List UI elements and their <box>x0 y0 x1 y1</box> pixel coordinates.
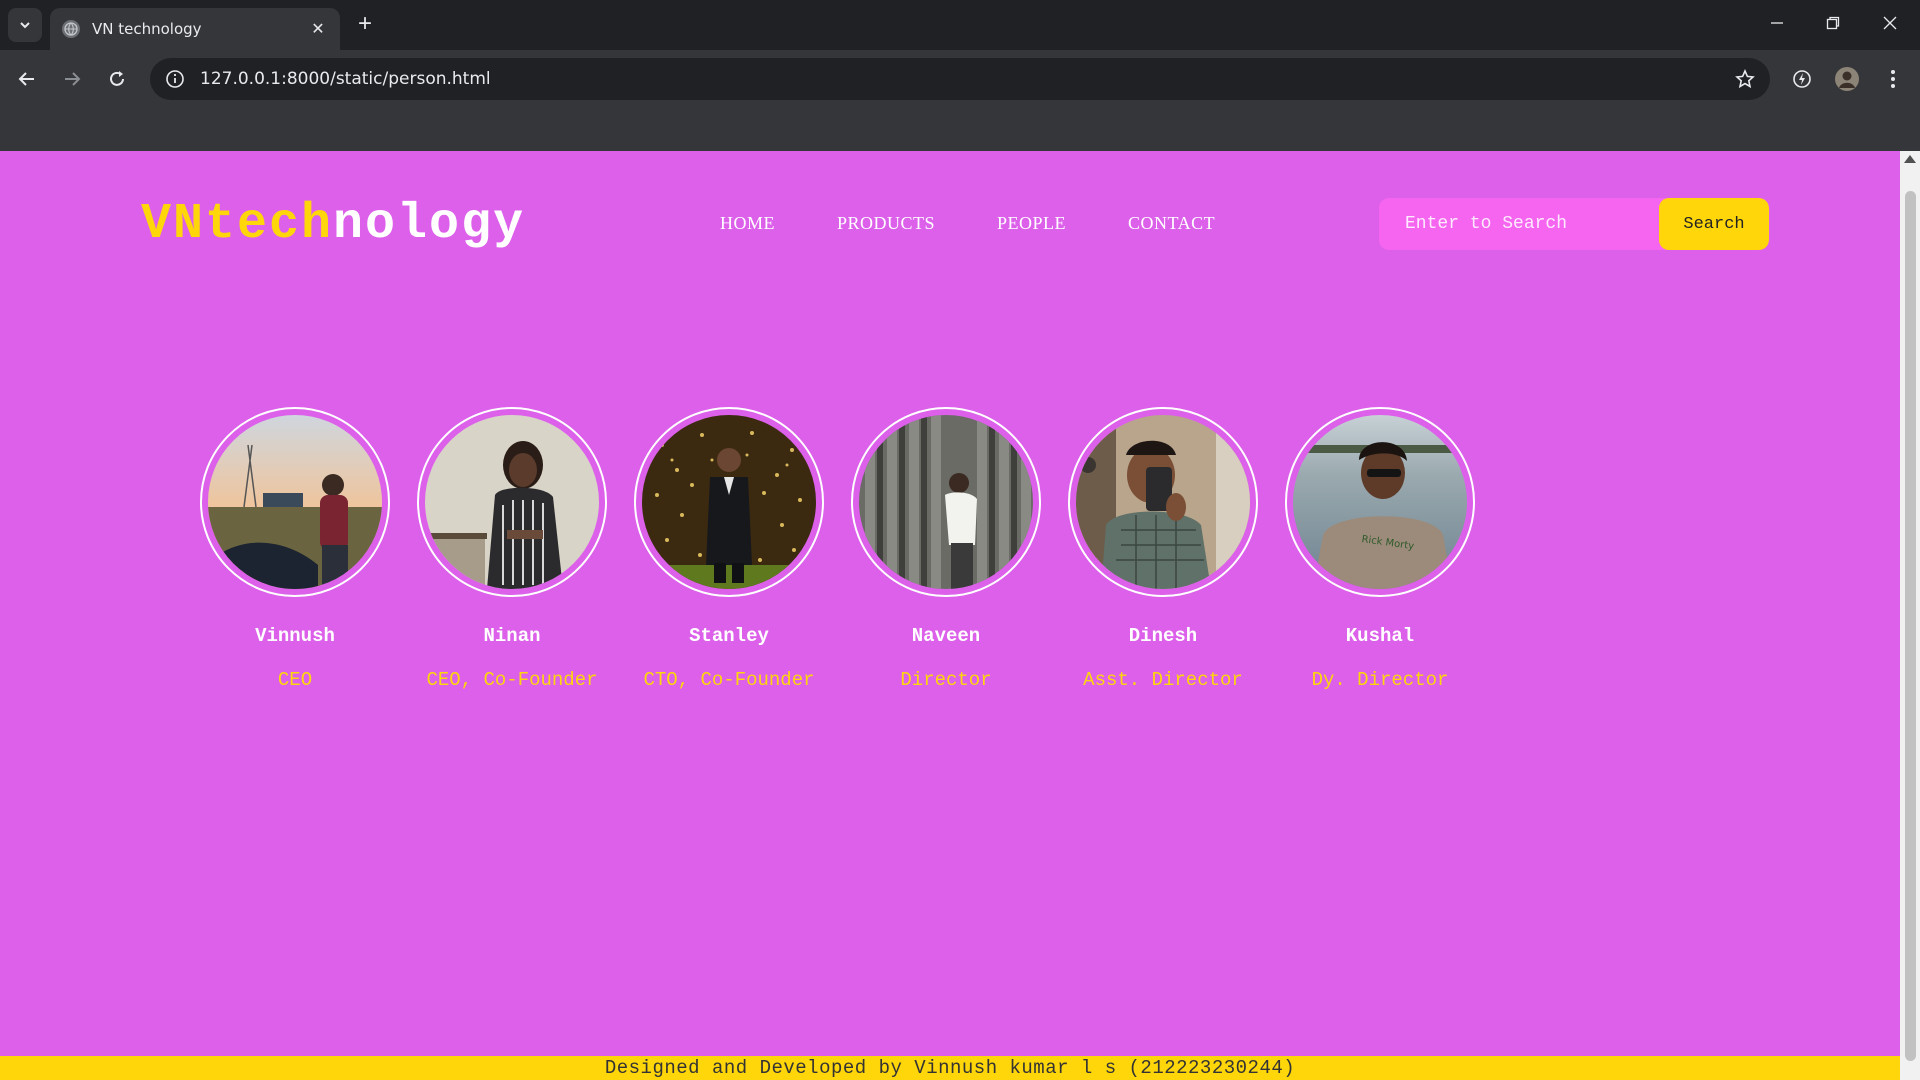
tab-title: VN technology <box>92 20 202 38</box>
tab-search-button[interactable] <box>8 8 42 42</box>
avatar-ring <box>634 407 824 597</box>
person-photo <box>208 415 382 589</box>
bookmarks-bar <box>0 108 1920 151</box>
scroll-up-arrow-icon[interactable] <box>1904 155 1916 163</box>
profile-avatar[interactable] <box>1830 62 1864 96</box>
person-name: Naveen <box>911 625 981 647</box>
person-name: Stanley <box>689 625 769 647</box>
avatar-ring: Rick Morty <box>1285 407 1475 597</box>
nav-home[interactable]: HOME <box>720 213 775 234</box>
person-role: Director <box>900 669 992 691</box>
logo-part-vn: VN <box>141 196 206 253</box>
minimize-icon[interactable] <box>1757 8 1797 38</box>
browser-toolbar: 127.0.0.1:8000/static/person.html <box>0 50 1920 108</box>
restore-icon[interactable] <box>1813 8 1853 38</box>
address-bar[interactable]: 127.0.0.1:8000/static/person.html <box>150 58 1770 100</box>
search-button[interactable]: Search <box>1659 198 1769 250</box>
url-text[interactable]: 127.0.0.1:8000/static/person.html <box>200 69 1730 89</box>
person-photo <box>642 415 816 589</box>
logo-part-tech: tech <box>205 196 334 253</box>
person-role: Asst. Director <box>1083 669 1243 691</box>
forward-icon[interactable] <box>55 62 89 96</box>
plus-icon[interactable]: + <box>352 12 378 38</box>
person-card: Rick Morty Kushal Dy. Director <box>1285 407 1475 691</box>
person-role: Dy. Director <box>1311 669 1449 691</box>
browser-tab[interactable]: VN technology ✕ <box>50 8 340 50</box>
person-photo <box>425 415 599 589</box>
nav-products[interactable]: PRODUCTS <box>837 213 935 234</box>
window-close-icon[interactable] <box>1870 8 1910 38</box>
page-viewport: VNtechnology HOME PRODUCTS PEOPLE CONTAC… <box>0 151 1900 1080</box>
extension-icon[interactable] <box>1785 62 1819 96</box>
menu-icon[interactable] <box>1876 62 1910 96</box>
person-card: Vinnush CEO <box>200 407 390 691</box>
person-role: CEO <box>277 669 313 691</box>
globe-icon <box>62 20 80 38</box>
main-nav: HOME PRODUCTS PEOPLE CONTACT <box>720 213 1215 234</box>
person-photo: Rick Morty <box>1293 415 1467 589</box>
reload-icon[interactable] <box>100 62 134 96</box>
avatar-ring <box>1068 407 1258 597</box>
search-box: Search <box>1379 198 1769 250</box>
site-logo[interactable]: VNtechnology <box>141 196 525 253</box>
scroll-thumb[interactable] <box>1905 191 1916 1061</box>
person-role: CEO, Co-Founder <box>426 669 598 691</box>
people-list: Vinnush CEO Ninan CEO, Co-Founder Stanle… <box>200 407 1475 691</box>
person-card: Naveen Director <box>851 407 1041 691</box>
info-icon[interactable] <box>164 68 186 90</box>
site-footer: Designed and Developed by Vinnush kumar … <box>0 1056 1900 1080</box>
chevron-down-icon <box>20 22 30 29</box>
person-name: Dinesh <box>1128 625 1198 647</box>
person-name: Ninan <box>483 625 541 647</box>
person-card: Dinesh Asst. Director <box>1068 407 1258 691</box>
avatar-ring <box>851 407 1041 597</box>
page-scrollbar[interactable] <box>1900 151 1920 1080</box>
person-card: Ninan CEO, Co-Founder <box>417 407 607 691</box>
back-icon[interactable] <box>10 62 44 96</box>
star-icon[interactable] <box>1730 64 1760 94</box>
close-icon[interactable]: ✕ <box>308 19 328 39</box>
nav-people[interactable]: PEOPLE <box>997 213 1066 234</box>
logo-part-nology: nology <box>333 196 526 253</box>
person-card: Stanley CTO, Co-Founder <box>634 407 824 691</box>
person-name: Vinnush <box>255 625 335 647</box>
nav-contact[interactable]: CONTACT <box>1128 213 1215 234</box>
person-name: Kushal <box>1345 625 1415 647</box>
person-photo <box>1076 415 1250 589</box>
footer-text: Designed and Developed by Vinnush kumar … <box>604 1057 1296 1079</box>
person-photo <box>859 415 1033 589</box>
person-role: CTO, Co-Founder <box>643 669 815 691</box>
avatar-ring <box>200 407 390 597</box>
avatar-ring <box>417 407 607 597</box>
tab-strip: VN technology ✕ + <box>0 0 1920 50</box>
search-input[interactable] <box>1379 198 1659 250</box>
